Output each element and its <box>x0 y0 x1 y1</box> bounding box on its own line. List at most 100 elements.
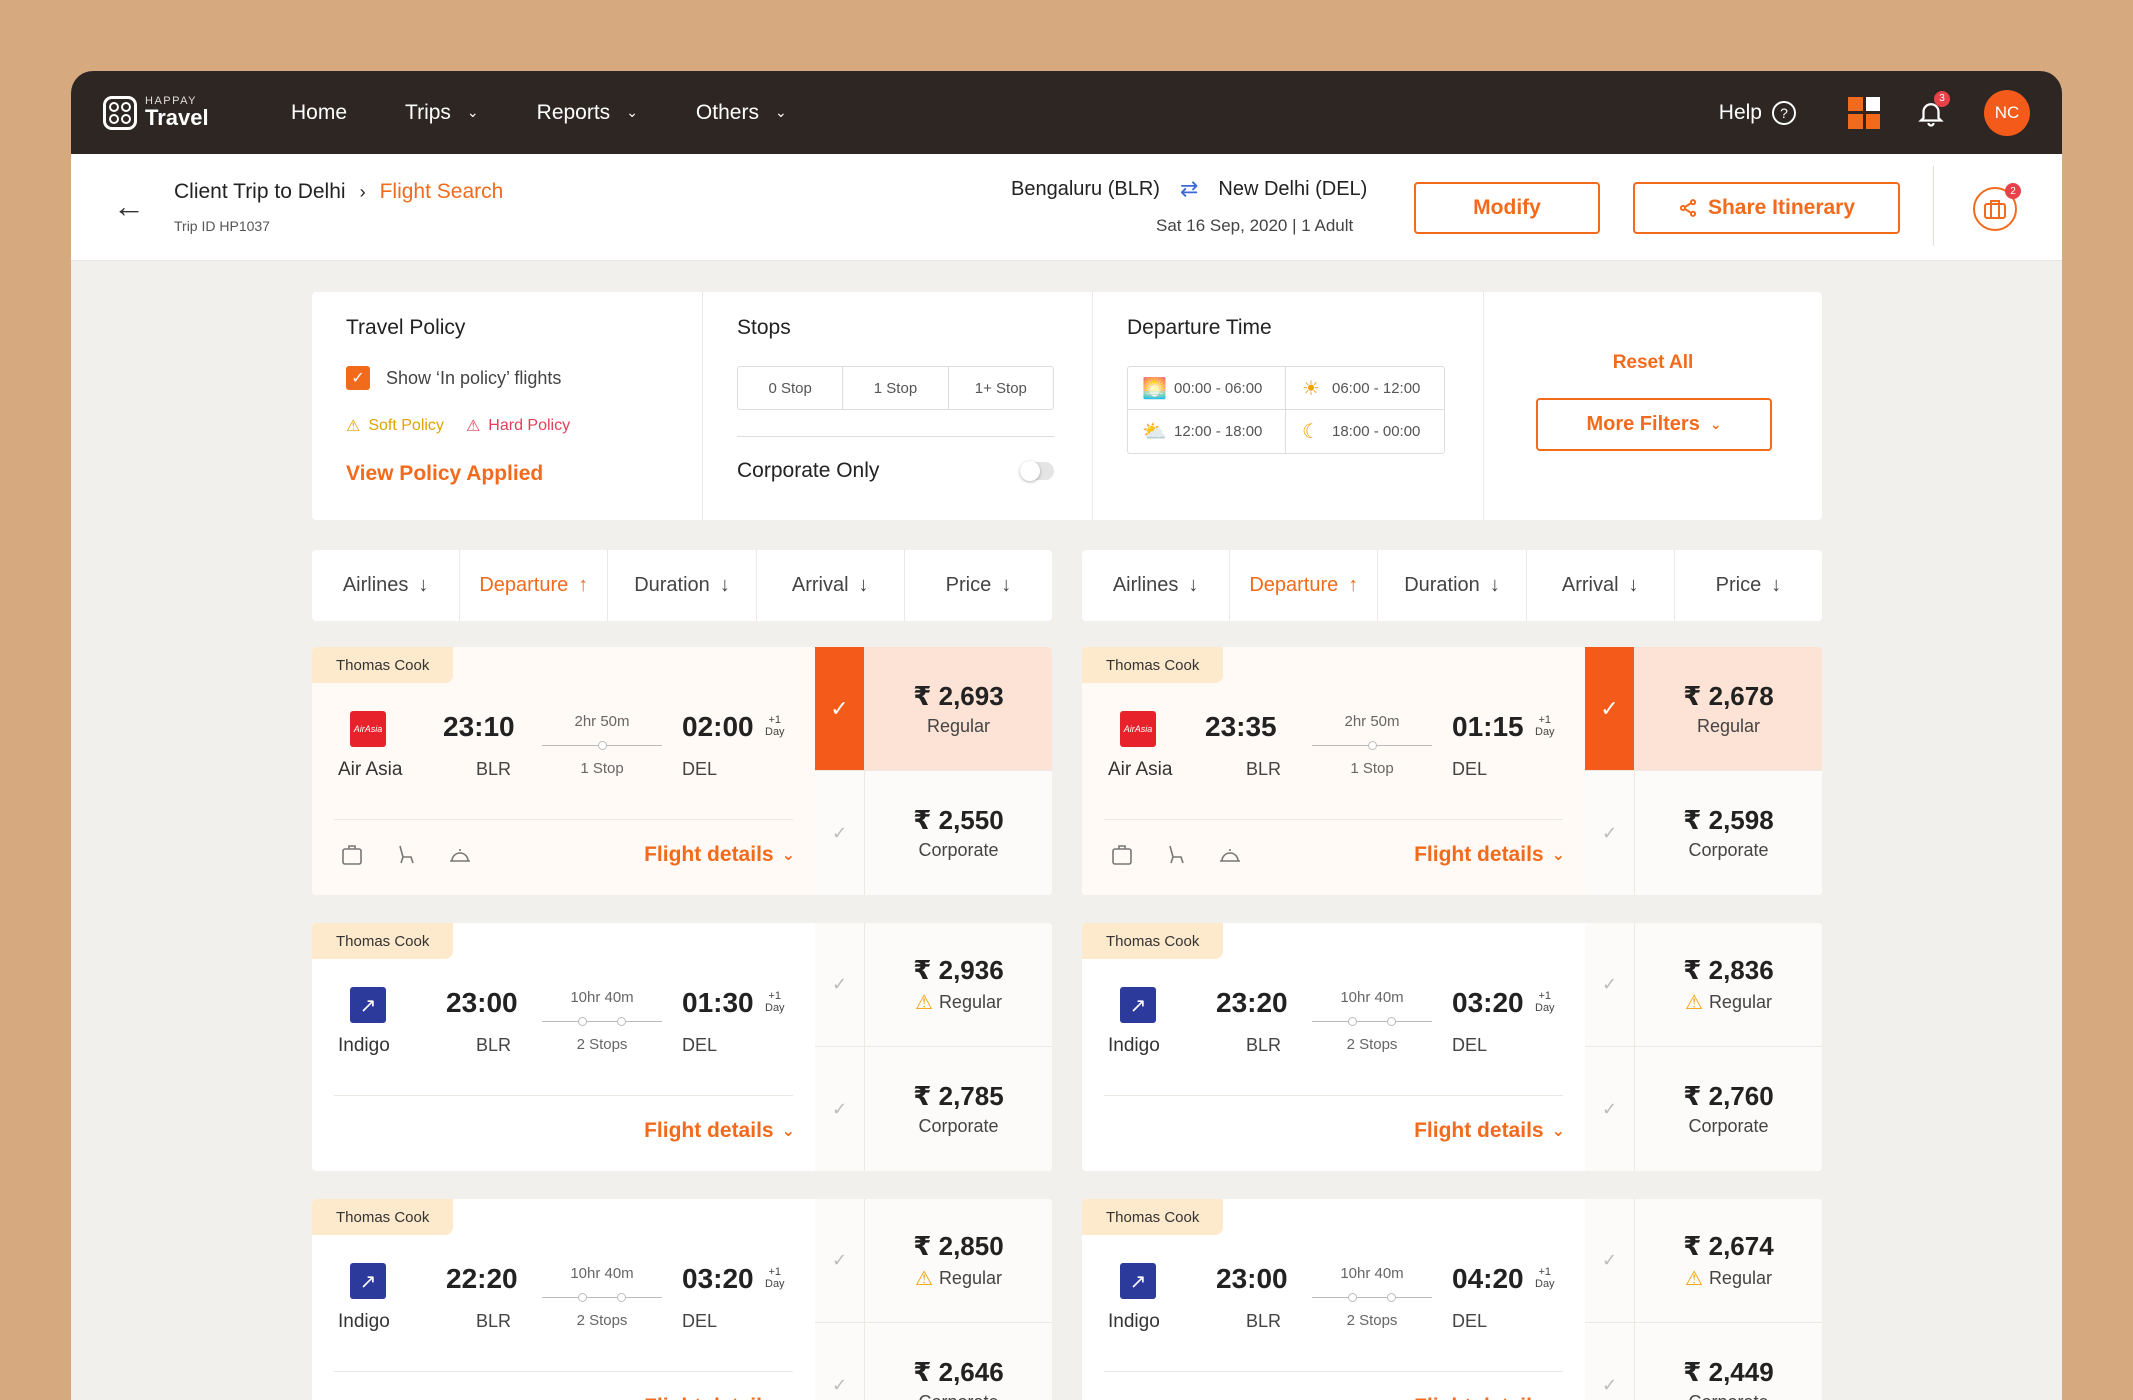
fare-select-corporate[interactable]: ✓ <box>815 1047 865 1171</box>
sort-departure[interactable]: Departure ↑ <box>1230 550 1379 621</box>
sort-departure[interactable]: Departure ↑ <box>460 550 609 621</box>
flight-details-link[interactable]: Flight details⌄ <box>1414 1119 1565 1143</box>
nav-item-trips[interactable]: Trips ⌄ <box>405 101 479 125</box>
fare-corporate[interactable]: ₹ 2,550 Corporate <box>865 771 1052 895</box>
sort-duration[interactable]: Duration ↓ <box>608 550 757 621</box>
fare-select-regular[interactable]: ✓ <box>1585 647 1635 771</box>
fare-select-regular[interactable]: ✓ <box>815 647 865 771</box>
next-day-indicator: +1 Day <box>765 714 785 738</box>
fare-select-corporate[interactable]: ✓ <box>815 771 865 895</box>
fare-corporate[interactable]: ₹ 2,760 Corporate <box>1635 1047 1822 1171</box>
arrow-up-icon: ↑ <box>1348 574 1359 596</box>
fare-amount: ₹ 2,936 <box>913 954 1004 985</box>
back-arrow-icon[interactable]: ← <box>113 188 145 225</box>
fare-regular[interactable]: ₹ 2,678 Regular <box>1635 647 1822 771</box>
fare-select-regular[interactable]: ✓ <box>815 923 865 1047</box>
flight-details-link[interactable]: Flight details⌄ <box>1414 843 1565 867</box>
nav-item-others[interactable]: Others ⌄ <box>696 101 787 125</box>
fare-amount: ₹ 2,674 <box>1683 1230 1774 1261</box>
sort-airlines[interactable]: Airlines ↓ <box>312 550 461 621</box>
modify-button[interactable]: Modify <box>1414 182 1600 234</box>
fare-regular[interactable]: ₹ 2,693 Regular <box>865 647 1052 771</box>
breadcrumb-trip[interactable]: Client Trip to Delhi <box>174 180 346 204</box>
arrow-down-icon: ↓ <box>719 574 730 596</box>
fare-select-regular[interactable]: ✓ <box>1585 923 1635 1047</box>
arrival-code: DEL <box>682 1311 718 1331</box>
fare-corporate[interactable]: ₹ 2,598 Corporate <box>1635 771 1822 895</box>
flight-details-link[interactable]: Flight details⌄ <box>1414 1395 1565 1400</box>
fare-type: Regular <box>1708 1267 1772 1288</box>
nav-item-home[interactable]: Home <box>291 101 347 125</box>
view-policy-link[interactable]: View Policy Applied <box>346 462 668 486</box>
fare-select-corporate[interactable]: ✓ <box>815 1323 865 1400</box>
next-day-indicator: +1 Day <box>1535 1266 1555 1290</box>
fare-regular[interactable]: ₹ 2,936 ⚠ Regular <box>865 923 1052 1047</box>
fare-regular[interactable]: ₹ 2,674 ⚠ Regular <box>1635 1199 1822 1323</box>
flight-details-link[interactable]: Flight details ⌄ <box>644 1119 795 1143</box>
happay-logo[interactable]: HAPPAY Travel <box>103 95 227 130</box>
in-policy-checkbox[interactable]: ✓ Show ‘In policy’ flights <box>346 366 668 390</box>
reset-all-link[interactable]: Reset All <box>1484 352 1822 374</box>
hard-policy-legend: ⚠ Hard Policy <box>466 416 570 436</box>
airline-name: Air Asia <box>1108 759 1173 780</box>
nav-item-reports[interactable]: Reports ⌄ <box>537 101 638 125</box>
share-itinerary-button[interactable]: Share Itinerary <box>1633 182 1900 234</box>
fare-select-regular[interactable]: ✓ <box>815 1199 865 1323</box>
share-icon <box>1679 199 1697 217</box>
slot-label: 00:00 - 06:00 <box>1174 379 1263 397</box>
sort-duration[interactable]: Duration ↓ <box>1378 550 1527 621</box>
sort-arrival[interactable]: Arrival ↓ <box>757 550 905 621</box>
sort-price[interactable]: Price ↓ <box>905 550 1052 621</box>
fare-select-corporate[interactable]: ✓ <box>1585 1047 1635 1171</box>
more-filters-button[interactable]: More Filters ⌄ <box>1536 398 1772 451</box>
sort-arrival[interactable]: Arrival ↓ <box>1527 550 1675 621</box>
card-divider <box>1104 1371 1563 1372</box>
flight-details-link[interactable]: Flight details⌄ <box>644 1395 795 1400</box>
departure-slot[interactable]: ☀ 06:00 - 12:00 <box>1286 367 1444 410</box>
notification-button[interactable]: 3 <box>1916 90 1950 129</box>
departure-slot[interactable]: ⛅ 12:00 - 18:00 <box>1128 410 1286 453</box>
fare-corporate[interactable]: ₹ 2,449 Corporate <box>1635 1323 1822 1400</box>
chevron-down-icon: ⌄ <box>781 1123 795 1140</box>
next-day-indicator: +1 Day <box>1535 714 1555 738</box>
seat-icon <box>1162 843 1190 867</box>
fare-type: Regular <box>938 991 1002 1012</box>
stop-option[interactable]: 0 Stop <box>738 367 844 409</box>
fare-regular[interactable]: ₹ 2,836 ⚠ Regular <box>1635 923 1822 1047</box>
fare-label: Corporate <box>918 840 998 861</box>
avatar[interactable]: NC <box>1984 89 2030 136</box>
cart-badge: 2 <box>2005 183 2021 199</box>
sunrise-icon: 🌅 <box>1142 377 1167 400</box>
departure-time: 22:20 <box>446 1263 518 1294</box>
stop-track <box>1312 1017 1432 1026</box>
apps-grid-icon[interactable] <box>1848 96 1880 129</box>
main-nav: Home Trips ⌄ Reports ⌄ Others ⌄ <box>291 101 845 125</box>
cart-button[interactable]: 2 <box>1973 183 2021 231</box>
corporate-only-toggle[interactable] <box>1020 461 1054 481</box>
fare-select-corporate[interactable]: ✓ <box>1585 1323 1635 1400</box>
stop-option[interactable]: 1+ Stop <box>949 367 1053 409</box>
fare-regular[interactable]: ₹ 2,850 ⚠ Regular <box>865 1199 1052 1323</box>
help-link[interactable]: Help ? <box>1719 100 1796 125</box>
fare-select-regular[interactable]: ✓ <box>1585 1199 1635 1323</box>
stop-option[interactable]: 1 Stop <box>843 367 949 409</box>
fare-type: Regular <box>1708 991 1772 1012</box>
fare-select-corporate[interactable]: ✓ <box>1585 771 1635 895</box>
route-to: New Delhi (DEL) <box>1218 177 1368 200</box>
flight-details-link[interactable]: Flight details⌄ <box>644 843 795 867</box>
sort-label: Departure <box>1249 574 1339 596</box>
stops-count: 1 Stop <box>1350 760 1394 777</box>
fare-corporate[interactable]: ₹ 2,646 Corporate <box>865 1323 1052 1400</box>
next-day-indicator: +1 Day <box>1535 990 1555 1014</box>
chevron-down-icon: ⌄ <box>1551 847 1565 864</box>
flight-details-label: Flight details <box>644 1119 774 1142</box>
fare-corporate[interactable]: ₹ 2,785 Corporate <box>865 1047 1052 1171</box>
chevron-down-icon: ⌄ <box>774 104 787 120</box>
sort-price[interactable]: Price ↓ <box>1675 550 1822 621</box>
departure-slot[interactable]: 🌅 00:00 - 06:00 <box>1128 367 1286 410</box>
departure-slot[interactable]: ☾ 18:00 - 00:00 <box>1286 410 1444 453</box>
duration: 2hr 50m <box>1344 713 1400 730</box>
sort-airlines[interactable]: Airlines ↓ <box>1082 550 1231 621</box>
chevron-down-icon: ⌄ <box>466 104 479 120</box>
fare-amount: ₹ 2,550 <box>913 805 1004 835</box>
